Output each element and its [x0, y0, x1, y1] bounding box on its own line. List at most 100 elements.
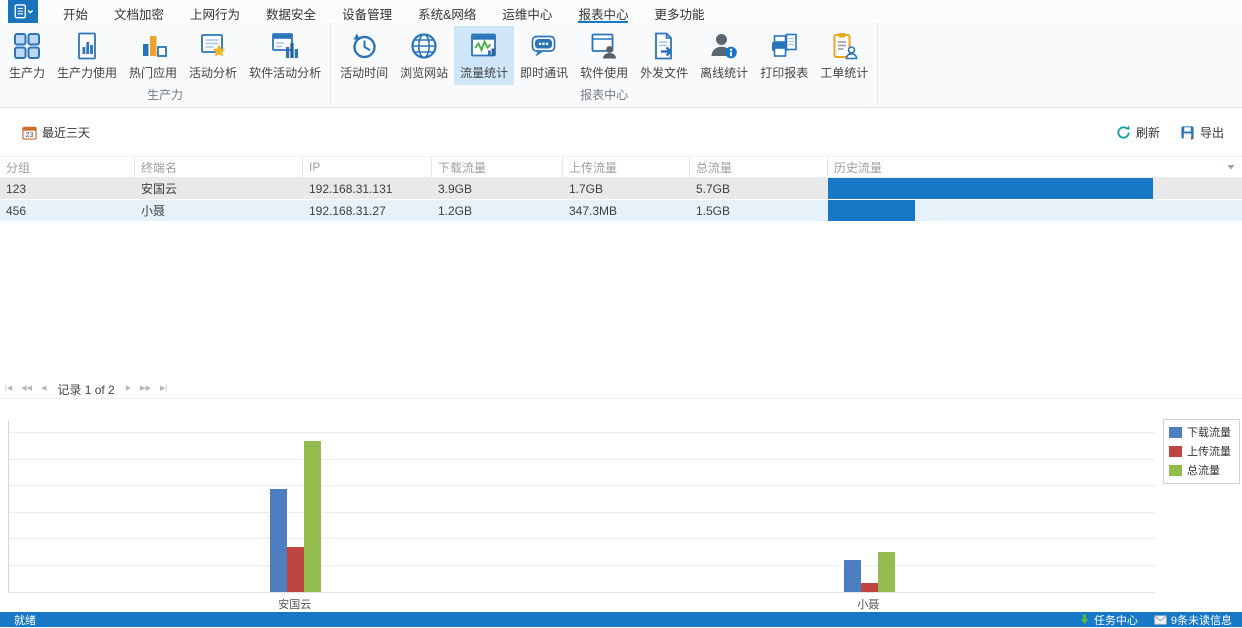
ribbon-button-label: 热门应用 [129, 64, 177, 81]
menu-tab-设备管理[interactable]: 设备管理 [342, 0, 392, 23]
ribbon-button-生产力使用[interactable]: 生产力使用 [51, 26, 123, 85]
ribbon-button-活动时间[interactable]: 活动时间 [334, 26, 394, 85]
ribbon-button-生产力[interactable]: 生产力 [3, 26, 51, 85]
ribbon-button-label: 软件使用 [580, 64, 628, 81]
ribbon-group-label: 报表中心 [331, 85, 877, 108]
menu-tab-开始[interactable]: 开始 [63, 0, 88, 23]
ribbon-button-软件活动分析[interactable]: 软件活动分析 [243, 26, 327, 85]
menu-tab-报表中心[interactable]: 报表中心 [578, 0, 628, 23]
ribbon-button-离线统计[interactable]: 离线统计 [694, 26, 754, 85]
pager-prev-page-button[interactable]: ◀◀ [21, 380, 32, 398]
menu-tab-更多功能[interactable]: 更多功能 [654, 0, 704, 23]
clipboard-user-icon [829, 31, 859, 61]
ribbon-toolbar: 生产力生产力使用热门应用活动分析软件活动分析生产力活动时间浏览网站流量统计即时通… [0, 23, 1242, 108]
cell-分组: 456 [0, 200, 135, 221]
ribbon-button-label: 软件活动分析 [249, 64, 321, 81]
ribbon-button-即时通讯[interactable]: 即时通讯 [514, 26, 574, 85]
pager-next-page-button[interactable]: ▶▶ [140, 380, 151, 398]
export-label: 导出 [1200, 124, 1224, 141]
menu-tab-数据安全[interactable]: 数据安全 [266, 0, 316, 23]
export-button[interactable]: 导出 [1176, 122, 1228, 143]
ribbon-button-活动分析[interactable]: 活动分析 [183, 26, 243, 85]
cell-IP: 192.168.31.131 [303, 178, 432, 199]
doc-star-icon [198, 31, 228, 61]
window-chart-icon [270, 31, 300, 61]
date-range-button[interactable]: 23 最近三天 [18, 122, 94, 143]
refresh-button[interactable]: 刷新 [1112, 122, 1164, 143]
ribbon-button-label: 生产力使用 [57, 64, 117, 81]
table-row[interactable]: 456小聂192.168.31.271.2GB347.3MB1.5GB [0, 200, 1242, 221]
column-header-分组[interactable]: 分组 [0, 157, 135, 177]
menu-tab-运维中心[interactable]: 运维中心 [502, 0, 552, 23]
chart-category-label: 小聂 [808, 596, 928, 612]
column-header-终端名[interactable]: 终端名 [135, 157, 303, 177]
status-text: 就绪 [14, 612, 36, 628]
menu-tab-上网行为[interactable]: 上网行为 [190, 0, 240, 23]
ribbon-button-label: 流量统计 [460, 64, 508, 81]
ribbon-button-软件使用[interactable]: 软件使用 [574, 26, 634, 85]
task-center-button[interactable]: 任务中心 [1079, 612, 1138, 628]
task-center-label: 任务中心 [1094, 612, 1138, 628]
user-info-icon [709, 31, 739, 61]
table-row[interactable]: 123安国云192.168.31.1313.9GB1.7GB5.7GB [0, 178, 1242, 199]
report-toolbar: 23 最近三天 刷新 导出 [0, 108, 1242, 156]
main-menu: 开始 文档加密 上网行为 数据安全 设备管理 系统&网络 运维中心 报表中心 更多功能 [50, 0, 717, 23]
cell-总流量: 1.5GB [690, 200, 828, 221]
column-header-下载流量[interactable]: 下载流量 [432, 157, 563, 177]
pager-last-button[interactable]: ▶| [160, 380, 167, 398]
export-icon [1180, 125, 1195, 140]
column-header-IP[interactable]: IP [303, 157, 432, 177]
chart-gridline [9, 512, 1155, 513]
column-header-历史流量[interactable]: 历史流量 [828, 157, 1242, 177]
table-header: 分组终端名IP下载流量上传流量总流量历史流量 [0, 156, 1242, 178]
pager-label: 记录 1 of 2 [57, 381, 114, 398]
ribbon-button-label: 活动时间 [340, 64, 388, 81]
ribbon-button-label: 打印报表 [760, 64, 808, 81]
ribbon-button-热门应用[interactable]: 热门应用 [123, 26, 183, 85]
cell-历史流量 [828, 178, 1242, 199]
pager-next-button[interactable]: ▶ [126, 380, 131, 398]
ribbon-button-流量统计[interactable]: 流量统计 [454, 26, 514, 85]
filter-caret-icon[interactable] [1226, 162, 1236, 172]
unread-messages-button[interactable]: 9条未读信息 [1154, 612, 1232, 628]
mail-icon [1154, 615, 1167, 625]
traffic-chart: 安国云小聂 下载流量上传流量总流量 [0, 398, 1242, 612]
menu-tab-文档加密[interactable]: 文档加密 [114, 0, 164, 23]
toolbar-actions: 刷新 导出 [1112, 122, 1228, 143]
unread-messages-label: 9条未读信息 [1171, 612, 1232, 628]
chart-bar-安国云-下载流量 [270, 489, 287, 592]
productivity-grid-icon [12, 31, 42, 61]
window-user-icon [589, 31, 619, 61]
pager-prev-button[interactable]: ◀ [41, 380, 46, 398]
chart-bar-小聂-下载流量 [844, 560, 861, 592]
ribbon-group-buttons: 生产力生产力使用热门应用活动分析软件活动分析 [0, 23, 330, 85]
legend-swatch [1169, 465, 1182, 476]
menu-bar: 开始 文档加密 上网行为 数据安全 设备管理 系统&网络 运维中心 报表中心 更多功能 [0, 0, 1242, 23]
legend-item-下载流量: 下载流量 [1169, 424, 1231, 440]
menu-tab-系统&网络[interactable]: 系统&网络 [418, 0, 476, 23]
ribbon-button-工单统计[interactable]: 工单统计 [814, 26, 874, 85]
column-header-上传流量[interactable]: 上传流量 [563, 157, 690, 177]
ribbon-button-label: 即时通讯 [520, 64, 568, 81]
hot-apps-icon [138, 31, 168, 61]
ribbon-button-外发文件[interactable]: 外发文件 [634, 26, 694, 85]
app-menu-button[interactable] [8, 0, 38, 23]
report-panel: 23 最近三天 刷新 导出 分组终端名IP下载流量上传流量总流量历史流量 123… [0, 108, 1242, 398]
pager-first-button[interactable]: |◀ [5, 380, 12, 398]
legend-swatch [1169, 427, 1182, 438]
chart-gridline [9, 565, 1155, 566]
calendar-icon: 23 [22, 125, 37, 140]
clock-history-icon [349, 31, 379, 61]
ribbon-group-label: 生产力 [0, 85, 330, 108]
column-header-总流量[interactable]: 总流量 [690, 157, 828, 177]
ribbon-button-label: 外发文件 [640, 64, 688, 81]
chart-bar-小聂-上传流量 [861, 583, 878, 592]
legend-label: 总流量 [1187, 462, 1220, 478]
status-bar: 就绪 任务中心 9条未读信息 [0, 612, 1242, 627]
legend-label: 下载流量 [1187, 424, 1231, 440]
cell-IP: 192.168.31.27 [303, 200, 432, 221]
history-traffic-bar [828, 178, 1153, 199]
ribbon-button-打印报表[interactable]: 打印报表 [754, 26, 814, 85]
ribbon-group-buttons: 活动时间浏览网站流量统计即时通讯软件使用外发文件离线统计打印报表工单统计 [331, 23, 877, 85]
ribbon-button-浏览网站[interactable]: 浏览网站 [394, 26, 454, 85]
